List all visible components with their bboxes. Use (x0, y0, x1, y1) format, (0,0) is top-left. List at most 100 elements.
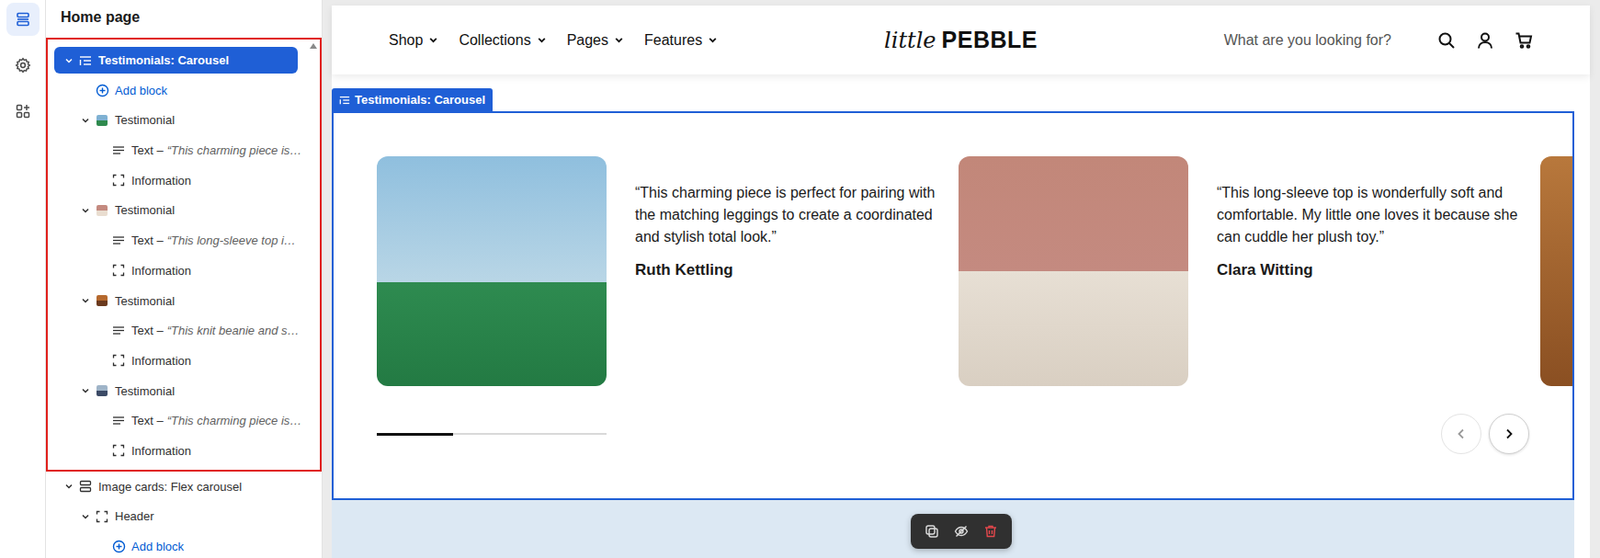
tree-item[interactable]: Text –“This long-sleeve top i… (54, 226, 317, 254)
logo-bold: PEBBLE (941, 26, 1038, 54)
tree-item[interactable]: Testimonials: Carousel (54, 46, 298, 74)
text-lines-icon (112, 324, 125, 338)
chevron-down-icon[interactable] (80, 511, 91, 522)
section-cards-icon (79, 479, 92, 493)
item-icon-slot (111, 443, 126, 457)
tree-item[interactable]: Header (54, 502, 317, 530)
nav-item[interactable]: Pages (567, 32, 625, 49)
store-logo[interactable]: littlePEBBLE (884, 26, 1038, 54)
tree-item-preview: “This charming piece is… (167, 143, 303, 158)
nav-item[interactable]: Features (644, 32, 718, 49)
tree-item[interactable]: Testimonial (54, 377, 317, 405)
icon-rail (0, 0, 46, 558)
tree-item[interactable]: Information (54, 167, 317, 194)
item-icon-slot (111, 539, 126, 554)
delete-button[interactable] (978, 518, 1003, 545)
tree-item-label: Information (131, 353, 192, 368)
testimonial-thumbnail (96, 204, 108, 216)
search-icon[interactable] (1437, 31, 1456, 50)
tree-item[interactable]: Information (54, 347, 317, 375)
tree-item-label: Testimonial (114, 384, 175, 398)
group-frame-icon (95, 510, 109, 523)
preview-pane: Shop Collections Pages Features littlePEBBLE… (322, 0, 1600, 558)
item-icon-slot (111, 144, 126, 158)
nav-label: Shop (388, 32, 423, 49)
chevron-down-icon[interactable] (80, 115, 91, 125)
store-page: Shop Collections Pages Features littlePEBBLE… (331, 5, 1590, 558)
sidebar-title: Home page (45, 0, 322, 38)
item-icon-slot (94, 510, 110, 523)
tree-item[interactable]: Information (54, 437, 317, 465)
item-icon-slot (111, 173, 126, 187)
tree-item[interactable]: Text –“This knit beanie and s… (54, 317, 317, 344)
tree-item-label: Text – (131, 233, 164, 248)
scroll-up-icon[interactable] (309, 43, 318, 49)
tree-item-label: Add block (131, 539, 184, 554)
sections-button[interactable] (6, 2, 40, 36)
group-frame-icon (112, 263, 125, 277)
item-icon-slot (94, 385, 110, 397)
tree-item-label: Information (131, 173, 192, 188)
tree-item-label: Testimonial (114, 203, 175, 217)
testimonial-photo (958, 156, 1189, 386)
carousel-arrows (1441, 413, 1530, 454)
nav-item[interactable]: Collections (458, 32, 546, 49)
item-icon-slot (78, 54, 93, 68)
cart-icon[interactable] (1514, 31, 1533, 50)
tree-item[interactable]: Text –“This charming piece is… (54, 136, 317, 164)
section-tag[interactable]: Testimonials: Carousel (331, 88, 493, 112)
tree-item[interactable]: Text –“This charming piece is… (54, 407, 317, 434)
next-button[interactable] (1488, 413, 1530, 454)
theme-editor: Home page Testimonials: Carousel Add block… (0, 0, 1600, 558)
tree-item[interactable]: Image cards: Flex carousel (54, 473, 317, 500)
tree-item-preview: “This long-sleeve top i… (167, 233, 296, 248)
nav-item[interactable]: Shop (388, 32, 439, 49)
add-circle-icon (112, 539, 126, 554)
tree-item[interactable]: Testimonial (54, 196, 317, 224)
settings-button[interactable] (6, 48, 40, 82)
testimonial-author: Clara Witting (1216, 260, 1521, 280)
tree-item[interactable]: Add block (54, 77, 317, 104)
tree-item[interactable]: Information (54, 257, 317, 284)
section-group: Image cards: Flex carouselHeader Add bloc… (45, 471, 322, 558)
chevron-right-icon (1502, 427, 1516, 441)
item-icon-slot (111, 234, 126, 248)
tree-item-label: Testimonial (114, 113, 175, 127)
tree-item-label: Information (131, 263, 192, 278)
nav-label: Features (644, 32, 703, 49)
tree-item[interactable]: Add block (54, 533, 317, 558)
tree-item-label: Information (131, 443, 192, 458)
chevron-down-icon[interactable] (80, 205, 91, 216)
hide-button[interactable] (949, 518, 974, 545)
search-field[interactable]: What are you looking for? (1224, 32, 1392, 49)
testimonial-photo (1540, 156, 1573, 386)
chevron-down-icon[interactable] (64, 56, 74, 66)
duplicate-button[interactable] (919, 518, 944, 545)
prev-button[interactable] (1441, 413, 1482, 454)
section-list-icon (339, 94, 351, 106)
progress-track (376, 432, 607, 435)
text-lines-icon (112, 414, 125, 428)
section-tag-label: Testimonials: Carousel (354, 92, 486, 107)
chevron-left-icon (1454, 427, 1468, 441)
testimonial-text: “This charming piece is perfect for pair… (635, 156, 939, 386)
add-circle-icon (95, 83, 110, 98)
group-frame-icon (112, 353, 125, 367)
chevron-slot (78, 511, 93, 522)
account-icon[interactable] (1475, 31, 1495, 50)
apps-button[interactable] (6, 94, 40, 128)
tree-item[interactable]: Testimonial (54, 106, 317, 134)
testimonial-author: Ruth Kettling (635, 260, 939, 280)
tree-item-preview: “This knit beanie and s… (167, 323, 300, 338)
section-tree: Testimonials: Carousel Add block Testimoni… (45, 37, 322, 558)
chevron-slot (78, 205, 93, 216)
chevron-down-icon[interactable] (80, 385, 91, 396)
chevron-slot (78, 295, 93, 306)
section-toolbar (910, 513, 1012, 549)
tree-item[interactable]: Testimonial (54, 287, 317, 315)
testimonial-quote: “This charming piece is perfect for pair… (635, 181, 939, 249)
testimonials-section[interactable]: “This charming piece is perfect for pair… (331, 111, 1575, 500)
chevron-down-icon[interactable] (64, 481, 74, 491)
store-nav: Shop Collections Pages Features (388, 32, 885, 49)
chevron-down-icon[interactable] (80, 295, 91, 306)
